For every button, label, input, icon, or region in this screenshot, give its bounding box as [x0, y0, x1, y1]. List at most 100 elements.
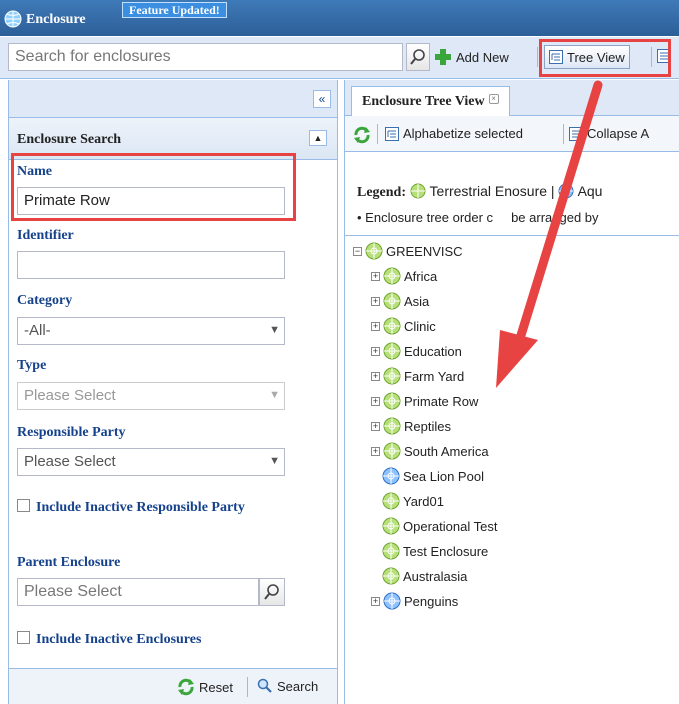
note-start: • Enclosure tree order c	[357, 210, 494, 225]
identifier-field[interactable]	[17, 251, 285, 279]
checkbox-icon	[17, 499, 30, 512]
app-title: Enclosure	[26, 12, 86, 27]
expand-toggle-icon[interactable]: +	[371, 346, 380, 356]
category-label: Category	[17, 293, 73, 308]
tree-node-label: Test Enclosure	[403, 543, 489, 559]
expand-toggle-icon[interactable]: +	[371, 321, 380, 331]
terrestrial-globe-icon	[382, 492, 400, 510]
terrestrial-globe-icon	[365, 242, 383, 260]
refresh-icon	[178, 678, 194, 696]
legend-terrestrial-end: osure |	[512, 183, 555, 199]
tree-node-label: Yard01	[403, 493, 444, 509]
tree-node-label: Operational Test	[403, 518, 498, 534]
type-value: Please Select	[24, 387, 116, 404]
collapse-all-button[interactable]: Collapse A	[569, 126, 649, 141]
alphabetize-selected-button[interactable]: Alphabetize selected	[385, 126, 523, 141]
tree-node[interactable]: + South America	[371, 440, 489, 462]
terrestrial-globe-icon	[383, 317, 401, 335]
tree-node-label: Clinic	[404, 318, 436, 334]
tree-node[interactable]: + Asia	[371, 290, 429, 312]
tree-node-label: Primate Row	[404, 393, 479, 409]
include-inactive-responsible-checkbox[interactable]: Include Inactive Responsible Party	[17, 497, 287, 519]
enclosure-search-input[interactable]: Search for enclosures	[8, 43, 403, 71]
aquatic-globe-icon	[558, 183, 574, 199]
app-title-bar: Enclosure Feature Updated!	[0, 0, 679, 36]
enclosure-globe-icon	[4, 10, 22, 28]
legend-aquatic: Aqu	[577, 183, 603, 199]
responsible-party-label: Responsible Party	[17, 425, 126, 440]
add-new-button[interactable]: Add New	[434, 45, 509, 69]
tree-node[interactable]: + Clinic	[371, 315, 436, 337]
expand-toggle-icon[interactable]: +	[371, 296, 380, 306]
chevron-down-icon: ▼	[269, 324, 280, 336]
terrestrial-globe-icon	[382, 517, 400, 535]
terrestrial-globe-icon	[382, 542, 400, 560]
include-inactive-enclosures-checkbox[interactable]: Include Inactive Enclosures	[17, 629, 201, 651]
collapse-up-icon[interactable]: ▲	[309, 130, 327, 146]
tab-enclosure-tree-view[interactable]: Enclosure Tree View ×	[351, 86, 510, 116]
search-submit-button[interactable]: Search	[257, 678, 318, 694]
legend-terrestrial: Terrestrial En	[429, 183, 512, 199]
search-label: Search	[277, 678, 319, 694]
terrestrial-globe-icon	[410, 183, 426, 199]
tab-label: Enclosure Tree View	[362, 94, 485, 109]
alphabetize-label: Alphabetize selected	[403, 126, 523, 141]
close-icon[interactable]: ×	[488, 94, 499, 104]
tree-node[interactable]: Test Enclosure	[377, 540, 488, 562]
reset-label: Reset	[199, 679, 233, 695]
terrestrial-globe-icon	[383, 392, 401, 410]
tree-node-label: South America	[404, 443, 489, 459]
collapse-all-label: Collapse A	[587, 126, 650, 141]
tree-node[interactable]: + Penguins	[371, 590, 458, 612]
tree-node[interactable]: Sea Lion Pool	[377, 465, 484, 487]
expand-toggle-icon[interactable]: +	[371, 446, 380, 456]
tree-node[interactable]: + Farm Yard	[371, 365, 464, 387]
type-select[interactable]: Please Select ▼	[17, 382, 285, 410]
name-field-highlight	[11, 153, 296, 221]
tree-node-label: Africa	[404, 268, 438, 284]
plus-icon	[435, 49, 451, 65]
terrestrial-globe-icon	[382, 567, 400, 585]
terrestrial-globe-icon	[383, 367, 401, 385]
tree-node[interactable]: Operational Test	[377, 515, 497, 537]
tree-node[interactable]: + Reptiles	[371, 415, 451, 437]
category-select[interactable]: -All- ▼	[17, 317, 285, 345]
tree-root-node[interactable]: − GREENVISC	[353, 240, 463, 262]
terrestrial-globe-icon	[383, 342, 401, 360]
legend: Legend: Terrestrial Enosure | Aqu	[357, 183, 602, 201]
responsible-party-select[interactable]: Please Select ▼	[17, 448, 285, 476]
feature-updated-badge[interactable]: Feature Updated!	[122, 2, 227, 18]
toolbar-separator	[537, 47, 538, 67]
chevron-down-icon: ▼	[269, 389, 280, 401]
terrestrial-globe-icon	[383, 292, 401, 310]
aquatic-globe-icon	[383, 592, 401, 610]
divider	[345, 235, 679, 236]
tree-node[interactable]: + Africa	[371, 265, 437, 287]
expand-toggle-icon[interactable]: +	[371, 271, 380, 281]
tree-node[interactable]: + Primate Row	[371, 390, 478, 412]
expand-toggle-icon[interactable]: +	[371, 371, 380, 381]
parent-enclosure-field[interactable]: Please Select	[17, 578, 259, 606]
expand-toggle-icon[interactable]: +	[371, 421, 380, 431]
tree-node-label: Reptiles	[404, 418, 451, 434]
reset-button[interactable]: Reset	[177, 678, 233, 696]
parent-enclosure-search-button[interactable]	[259, 578, 285, 606]
refresh-tree-button[interactable]	[353, 126, 371, 144]
action-separator	[247, 677, 248, 697]
enclosure-search-title: Enclosure Search	[17, 132, 122, 147]
collapse-toggle-icon[interactable]: −	[353, 246, 362, 256]
tree-node-label: Asia	[404, 293, 430, 309]
tree-node[interactable]: Australasia	[377, 565, 467, 587]
identifier-label: Identifier	[17, 228, 74, 243]
tree-node[interactable]: + Education	[371, 340, 462, 362]
search-button[interactable]	[406, 43, 430, 71]
magnifier-icon	[264, 584, 279, 600]
expand-toggle-icon[interactable]: +	[371, 396, 380, 406]
tree-node-label: Education	[404, 343, 462, 359]
tree-node[interactable]: Yard01	[377, 490, 444, 512]
terrestrial-globe-icon	[383, 417, 401, 435]
search-actions-bar: Reset Search	[9, 668, 337, 704]
collapse-panel-button[interactable]: «	[313, 90, 331, 108]
toolbar-separator	[377, 124, 378, 144]
expand-toggle-icon[interactable]: +	[371, 596, 380, 606]
